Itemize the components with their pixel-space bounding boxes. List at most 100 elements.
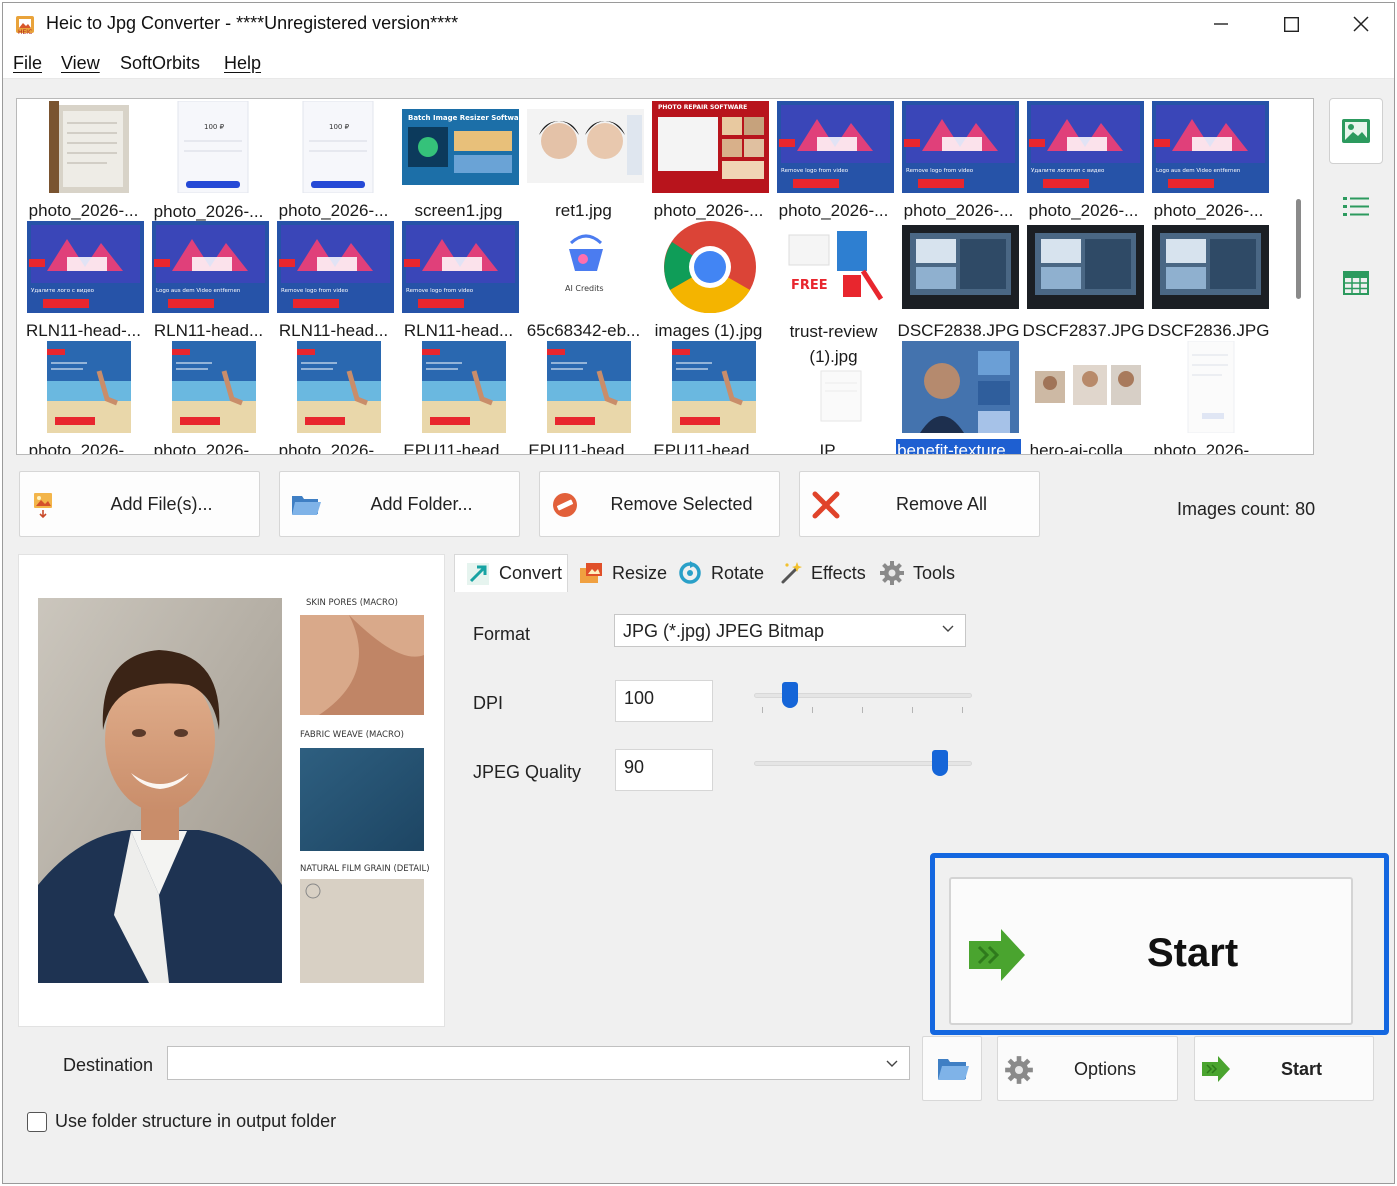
thumbnail-item[interactable]: images (1).jpg — [646, 219, 771, 340]
thumbnail-item[interactable]: Remove logo from video photo_2026-... — [771, 99, 896, 220]
maximize-button[interactable] — [1256, 3, 1326, 45]
svg-text:Remove logo from video: Remove logo from video — [781, 168, 849, 174]
svg-text:Remove logo from video: Remove logo from video — [406, 288, 474, 294]
format-select[interactable]: JPG (*.jpg) JPEG Bitmap — [614, 614, 966, 647]
thumbnail-image: 100 ₽ — [277, 101, 394, 193]
images-count: Images count: 80 — [1177, 499, 1316, 519]
list-scrollbar[interactable] — [1296, 199, 1301, 299]
thumbnail-item[interactable]: photo_2026-... — [146, 339, 271, 455]
quality-slider-thumb[interactable] — [931, 750, 948, 776]
tab-convert[interactable]: Convert — [454, 554, 568, 592]
add-folder-button[interactable]: Add Folder... — [279, 471, 520, 537]
start-big-button[interactable]: Start — [949, 877, 1353, 1025]
maximize-icon — [1283, 16, 1299, 32]
thumbnail-item[interactable]: 100 ₽photo_2026-...(1).jpg — [146, 99, 271, 246]
tab-rotate[interactable]: Rotate — [667, 554, 764, 592]
table-icon — [1343, 271, 1369, 295]
thumbnail-image — [152, 341, 269, 433]
thumbnail-item[interactable]: EPU11-head... — [646, 339, 771, 455]
remove-all-label: Remove All — [895, 493, 988, 514]
rotate-icon — [679, 561, 701, 584]
tab-resize[interactable]: Resize — [568, 554, 667, 592]
jpeg-quality-slider[interactable] — [754, 749, 972, 779]
thumbnail-item[interactable]: Удалите лого с видео RLN11-head-... — [21, 219, 146, 340]
thumbnail-item[interactable]: hero-ai-colla... — [1021, 339, 1146, 454]
format-value: JPG (*.jpg) JPEG Bitmap — [623, 621, 825, 641]
remove-selected-label: Remove Selected — [610, 493, 753, 514]
thumbnail-image: Batch Image Resizer Software — [402, 101, 519, 193]
menu-file[interactable]: File — [13, 53, 42, 74]
thumbnail-item[interactable]: Remove logo from video photo_2026-... — [896, 99, 1021, 220]
thumbnail-image: FREE — [777, 221, 894, 313]
dpi-input[interactable]: 100 — [615, 680, 713, 722]
tab-tools[interactable]: Tools — [869, 554, 955, 592]
thumbnail-item[interactable]: EPU11-head... — [521, 339, 646, 454]
thumbnail-item[interactable]: 100 ₽ photo_2026-... — [271, 99, 396, 220]
options-button[interactable]: Options — [997, 1036, 1178, 1101]
thumbnail-image: Remove logo from video — [902, 101, 1019, 193]
jpeg-quality-label: JPEG Quality — [473, 762, 582, 782]
skin-pores-label: SKIN PORES (MACRO) — [306, 598, 398, 608]
thumbnail-caption: photo_2026-... — [153, 441, 264, 455]
thumbnail-image: Remove logo from video — [277, 221, 394, 313]
minimize-button[interactable] — [1186, 3, 1256, 45]
gear-icon — [880, 561, 904, 585]
thumbnail-item[interactable]: ret1.jpg — [521, 99, 646, 220]
thumbnail-item[interactable]: DSCF2838.JPG — [896, 219, 1021, 340]
thumbnail-item[interactable]: Удалите логотип с видео photo_2026-... — [1021, 99, 1146, 220]
thumbnail-view-button[interactable] — [1329, 98, 1383, 164]
thumbnail-item[interactable]: photo_2026-... — [21, 339, 146, 455]
dpi-slider-thumb[interactable] — [782, 682, 799, 708]
tab-tools-label: Tools — [913, 562, 956, 583]
thumbnail-image: Logo aus dem Video entfernen — [1152, 101, 1269, 193]
thumbnail-item[interactable]: Batch Image Resizer Software screen1.jpg — [396, 99, 521, 220]
folder-structure-checkbox[interactable] — [27, 1111, 47, 1132]
thumbnail-item[interactable]: IP... — [771, 339, 896, 454]
menu-help[interactable]: Help — [224, 53, 261, 74]
thumbnail-item[interactable]: DSCF2836.JPG — [1146, 219, 1271, 340]
thumbnail-item[interactable]: Logo aus dem Video entfernen photo_2026-.… — [1146, 99, 1271, 220]
thumbnail-item[interactable]: EPU11-head... — [396, 339, 521, 454]
add-folder-label: Add Folder... — [370, 493, 473, 514]
tab-effects[interactable]: Effects — [767, 554, 866, 592]
dpi-slider-ticks — [762, 707, 964, 713]
image-list[interactable]: photo_2026-...100 ₽photo_2026-...(1).jpg… — [16, 98, 1314, 455]
close-button[interactable] — [1326, 3, 1394, 45]
jpeg-quality-input[interactable]: 90 — [615, 749, 713, 791]
add-files-button[interactable]: Add File(s)... — [19, 471, 260, 537]
thumbnail-item[interactable]: FREE trust-review (1).jpg — [771, 219, 896, 366]
thumbnail-image — [527, 101, 644, 193]
thumbnail-item[interactable]: PHOTO REPAIR SOFTWARE photo_2026-... — [646, 99, 771, 220]
start-button[interactable]: Start — [1194, 1036, 1374, 1101]
thumbnail-item[interactable]: Logo aus dem Video entfernen RLN11-head..… — [146, 219, 271, 340]
svg-text:Удалите лого с видео: Удалите лого с видео — [31, 288, 95, 294]
table-view-button[interactable] — [1329, 250, 1383, 316]
thumbnail-item[interactable]: Remove logo from video RLN11-head... — [271, 219, 396, 340]
browse-folder-icon — [938, 1059, 969, 1080]
remove-all-button[interactable]: Remove All — [799, 471, 1040, 537]
thumbnail-item[interactable]: photo_2026-... — [1146, 339, 1271, 454]
thumbnail-item[interactable]: DSCF2837.JPG — [1021, 219, 1146, 340]
svg-text:Remove logo from video: Remove logo from video — [281, 288, 349, 294]
destination-chevron-down-icon[interactable] — [885, 1053, 899, 1073]
dpi-slider[interactable] — [754, 681, 972, 713]
browse-folder-button[interactable] — [922, 1036, 982, 1101]
thumbnail-item[interactable]: benefit-texture... — [896, 339, 1021, 454]
thumbnail-caption: photo_2026-... — [28, 441, 139, 455]
destination-input[interactable] — [167, 1046, 910, 1080]
thumbnail-caption: EPU11-head... — [653, 441, 764, 455]
folder-structure-row[interactable]: Use folder structure in output folder — [27, 1111, 336, 1132]
list-view-button[interactable] — [1329, 174, 1383, 240]
thumbnail-item[interactable]: Remove logo from video RLN11-head... — [396, 219, 521, 340]
window-title: Heic to Jpg Converter - ****Unregistered… — [46, 13, 459, 33]
menu-bar: File View SoftOrbits Help — [3, 45, 1394, 79]
menu-softorbits[interactable]: SoftOrbits — [120, 53, 200, 74]
svg-text:FREE: FREE — [791, 278, 828, 293]
thumbnail-image — [1027, 341, 1144, 433]
thumbnail-item[interactable]: photo_2026-... — [21, 99, 146, 220]
film-grain-label: NATURAL FILM GRAIN (DETAIL) — [300, 864, 430, 874]
thumbnail-item[interactable]: AI Credits 65c68342-eb... — [521, 219, 646, 340]
menu-view[interactable]: View — [61, 53, 100, 74]
thumbnail-item[interactable]: photo_2026-... — [271, 339, 396, 454]
remove-selected-button[interactable]: Remove Selected — [539, 471, 780, 537]
